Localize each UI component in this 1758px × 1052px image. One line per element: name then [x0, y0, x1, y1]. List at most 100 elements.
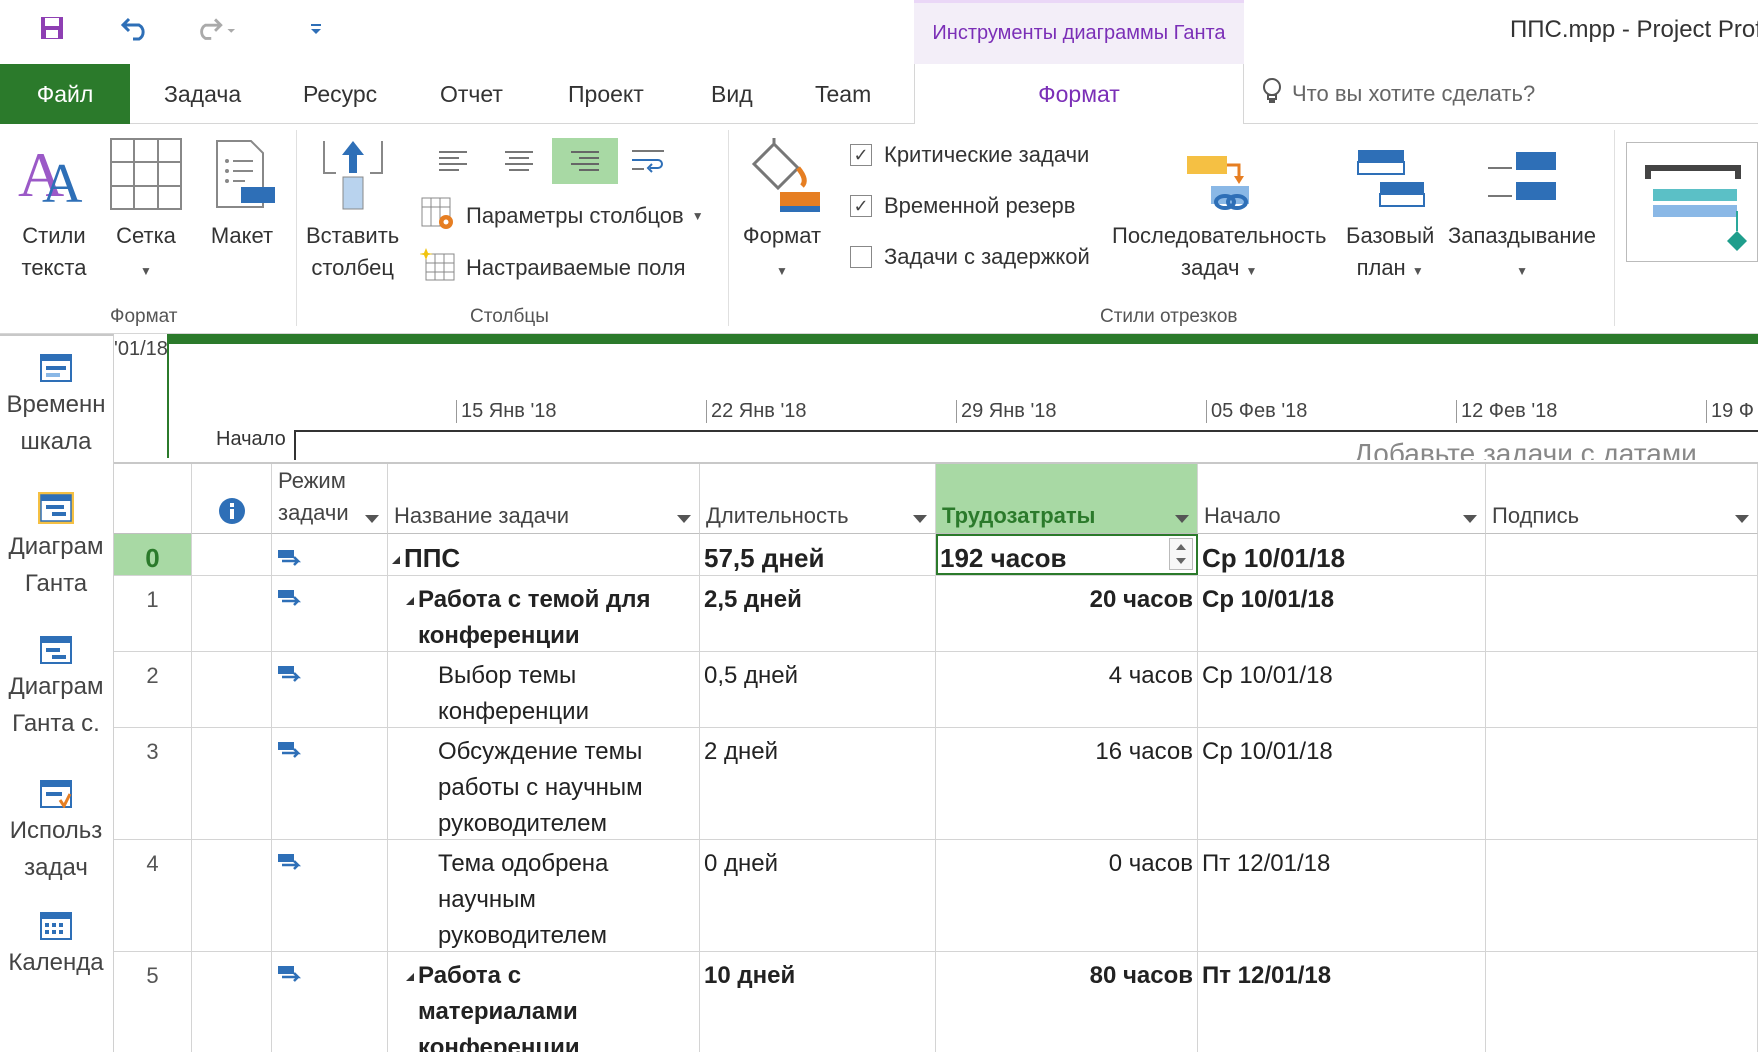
row-task-name[interactable]: Работа с материалами конференции: [388, 952, 700, 1052]
row-work[interactable]: 80 часов: [936, 952, 1198, 1052]
row-indicators[interactable]: [192, 576, 272, 651]
row-indicators[interactable]: [192, 652, 272, 727]
row-id[interactable]: 5: [114, 952, 192, 1052]
row-duration[interactable]: 57,5 дней: [700, 534, 936, 575]
table-row[interactable]: 2 Выбор темы конференции 0,5 дней 4 часов…: [114, 652, 1758, 728]
chevron-down-icon[interactable]: [677, 515, 691, 523]
tab-project[interactable]: Проект: [568, 64, 644, 124]
tab-task[interactable]: Задача: [164, 64, 241, 124]
text-styles-button[interactable]: AA Стили текста: [14, 134, 94, 284]
slack-checkbox[interactable]: ✓ Временной резерв: [850, 193, 1075, 219]
view-timeline[interactable]: Временн шкала: [0, 354, 112, 460]
column-settings-button[interactable]: Параметры столбцов ▼: [420, 196, 704, 236]
row-indicators[interactable]: [192, 728, 272, 839]
align-center-icon[interactable]: [486, 138, 552, 184]
row-indicators[interactable]: [192, 952, 272, 1052]
row-indicators[interactable]: [192, 840, 272, 951]
row-task-mode[interactable]: [272, 728, 388, 839]
header-duration[interactable]: Длительность: [700, 464, 936, 534]
header-task-mode[interactable]: Режим задачи: [272, 464, 388, 534]
row-task-mode[interactable]: [272, 840, 388, 951]
row-task-name[interactable]: Выбор темы конференции: [388, 652, 700, 727]
timeline-range-bar[interactable]: [168, 334, 1758, 344]
row-task-mode[interactable]: [272, 576, 388, 651]
align-left-icon[interactable]: [420, 138, 486, 184]
row-task-name[interactable]: ППС: [388, 534, 700, 575]
collapse-icon[interactable]: [406, 596, 414, 605]
undo-icon[interactable]: [116, 10, 156, 46]
row-start[interactable]: Ср 10/01/18: [1198, 534, 1486, 575]
insert-column-button[interactable]: Вставить столбец: [306, 134, 399, 284]
row-duration[interactable]: 10 дней: [700, 952, 936, 1052]
collapse-icon[interactable]: [406, 972, 414, 981]
tab-resource[interactable]: Ресурс: [303, 64, 377, 124]
redo-icon[interactable]: [196, 10, 236, 46]
row-work[interactable]: 4 часов: [936, 652, 1198, 727]
row-id[interactable]: 0: [114, 534, 192, 575]
table-row[interactable]: 5 Работа с материалами конференции 10 дней…: [114, 952, 1758, 1052]
task-path-button[interactable]: Последовательность задач ▼: [1112, 134, 1326, 287]
header-indicators[interactable]: [192, 464, 272, 534]
row-work[interactable]: 16 часов: [936, 728, 1198, 839]
view-calendar[interactable]: Календа: [0, 912, 112, 981]
timeline-pane[interactable]: '01/18 15 Янв '18 22 Янв '18 29 Янв '18 …: [114, 334, 1758, 460]
row-id[interactable]: 1: [114, 576, 192, 651]
slippage-button[interactable]: Запаздывание ▼: [1448, 134, 1596, 287]
row-duration[interactable]: 0,5 дней: [700, 652, 936, 727]
row-task-name[interactable]: Обсуждение темы работы с научным руководит…: [388, 728, 700, 839]
row-id[interactable]: 4: [114, 840, 192, 951]
customize-qat-icon[interactable]: [296, 10, 336, 46]
tell-me-box[interactable]: Что вы хотите сделать?: [1262, 64, 1535, 124]
row-start[interactable]: Ср 10/01/18: [1198, 652, 1486, 727]
row-id[interactable]: 2: [114, 652, 192, 727]
align-right-icon[interactable]: [552, 138, 618, 184]
format-bar-button[interactable]: Формат ▼: [742, 134, 822, 287]
row-label[interactable]: [1486, 534, 1758, 575]
table-row[interactable]: 3 Обсуждение темы работы с научным руковод…: [114, 728, 1758, 840]
row-label[interactable]: [1486, 840, 1758, 951]
row-work-editor[interactable]: 192 часов: [936, 534, 1198, 575]
row-label[interactable]: [1486, 728, 1758, 839]
row-task-name[interactable]: Тема одобрена научным руководителем: [388, 840, 700, 951]
row-label[interactable]: [1486, 952, 1758, 1052]
row-start[interactable]: Ср 10/01/18: [1198, 728, 1486, 839]
row-task-name[interactable]: Работа с темой для конференции: [388, 576, 700, 651]
gridlines-button[interactable]: Сетка ▼: [106, 134, 186, 287]
header-label[interactable]: Подпись: [1486, 464, 1758, 534]
layout-button[interactable]: Макет: [202, 134, 282, 252]
table-row[interactable]: 0 ППС 57,5 дней 192 часов Ср 10/01/18: [114, 534, 1758, 576]
work-spinner[interactable]: [1169, 538, 1193, 570]
header-task-name[interactable]: Название задачи: [388, 464, 700, 534]
save-icon[interactable]: [32, 10, 72, 46]
baseline-button[interactable]: Базовый план ▼: [1346, 134, 1434, 287]
tab-team[interactable]: Team: [815, 64, 871, 124]
header-start[interactable]: Начало: [1198, 464, 1486, 534]
gantt-chart-style-gallery[interactable]: [1626, 142, 1758, 262]
spin-down-icon[interactable]: [1176, 558, 1186, 564]
row-start[interactable]: Ср 10/01/18: [1198, 576, 1486, 651]
row-task-mode[interactable]: [272, 652, 388, 727]
row-work[interactable]: 20 часов: [936, 576, 1198, 651]
table-row[interactable]: 4 Тема одобрена научным руководителем 0 дн…: [114, 840, 1758, 952]
tab-report[interactable]: Отчет: [440, 64, 503, 124]
collapse-icon[interactable]: [392, 556, 400, 565]
row-start[interactable]: Пт 12/01/18: [1198, 840, 1486, 951]
wrap-text-icon[interactable]: [618, 138, 678, 184]
row-task-mode[interactable]: [272, 534, 388, 575]
chevron-down-icon[interactable]: [365, 515, 379, 523]
row-label[interactable]: [1486, 576, 1758, 651]
row-id[interactable]: 3: [114, 728, 192, 839]
chevron-down-icon[interactable]: [1175, 515, 1189, 523]
table-row[interactable]: 1 Работа с темой для конференции 2,5 дней…: [114, 576, 1758, 652]
view-tracking-gantt[interactable]: Диаграм Ганта с.: [0, 636, 112, 742]
chevron-down-icon[interactable]: [913, 515, 927, 523]
spin-up-icon[interactable]: [1176, 544, 1186, 550]
header-row-select[interactable]: [114, 464, 192, 534]
row-work[interactable]: 0 часов: [936, 840, 1198, 951]
row-duration[interactable]: 0 дней: [700, 840, 936, 951]
row-start[interactable]: Пт 12/01/18: [1198, 952, 1486, 1052]
row-indicators[interactable]: [192, 534, 272, 575]
tab-format[interactable]: Формат: [914, 64, 1244, 125]
header-work[interactable]: Трудозатраты: [936, 464, 1198, 534]
row-duration[interactable]: 2 дней: [700, 728, 936, 839]
